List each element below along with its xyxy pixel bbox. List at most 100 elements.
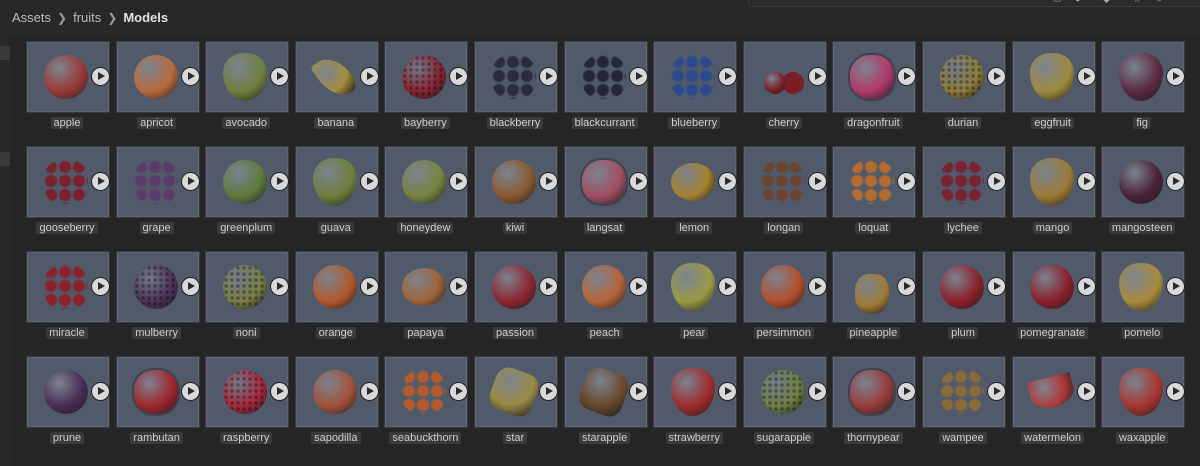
asset-tile-grape[interactable]: grape [115,146,200,244]
play-icon[interactable] [988,173,1005,190]
asset-tile-kiwi[interactable]: kiwi [474,146,558,244]
asset-tile-lychee[interactable]: lychee [922,146,1006,244]
asset-tile-seabuckthorn[interactable]: seabuckthorn [384,356,469,454]
play-icon[interactable] [181,278,199,295]
asset-tile-guava[interactable]: guava [294,146,379,244]
play-icon[interactable] [360,68,378,85]
asset-name: sugarapple [753,432,815,444]
banana-icon [309,50,360,104]
asset-tile-cherry[interactable]: cherry [742,41,827,139]
asset-tile-plum[interactable]: plum [922,251,1006,349]
asset-tile-gooseberry[interactable]: gooseberry [26,146,110,244]
play-icon[interactable] [808,383,826,400]
asset-tile-raspberry[interactable]: raspberry [205,356,290,454]
asset-tile-avocado[interactable]: avocado [205,41,290,139]
breadcrumb-models[interactable]: Models [123,10,168,25]
asset-tile-papaya[interactable]: papaya [384,251,469,349]
asset-tile-starapple[interactable]: starapple [563,356,648,454]
play-icon[interactable] [1077,173,1095,190]
asset-tile-prune[interactable]: prune [26,356,110,454]
play-icon[interactable] [540,383,557,400]
play-icon[interactable] [92,173,109,190]
asset-tile-thornypear[interactable]: thornypear [832,356,917,454]
asset-label: banana [291,117,381,129]
play-icon[interactable] [988,278,1005,295]
asset-label: peach [560,327,650,339]
play-icon[interactable] [360,383,378,400]
asset-tile-apple[interactable]: apple [26,41,110,139]
play-icon[interactable] [629,278,647,295]
asset-tile-pineapple[interactable]: pineapple [832,251,917,349]
layout-icon[interactable]: ▭ [1053,0,1062,4]
breadcrumb-fruits[interactable]: fruits [73,10,101,25]
play-icon[interactable] [181,383,199,400]
asset-tile-lemon[interactable]: lemon [653,146,738,244]
play-icon[interactable] [629,383,647,400]
play-icon[interactable] [629,68,647,85]
play-icon[interactable] [92,68,109,85]
search-icon[interactable]: ⌕ [1157,0,1162,4]
play-icon[interactable] [1077,383,1095,400]
asset-tile-sugarapple[interactable]: sugarapple [742,356,827,454]
asset-tile-persimmon[interactable]: persimmon [742,251,827,349]
asset-tile-fig[interactable]: fig [1101,41,1186,139]
asset-label: sugarapple [739,432,829,444]
play-icon[interactable] [540,278,557,295]
asset-tile-waxapple[interactable]: waxapple [1101,356,1186,454]
play-icon[interactable] [1077,278,1095,295]
asset-label: persimmon [739,327,829,339]
asset-tile-watermelon[interactable]: watermelon [1011,356,1096,454]
play-icon[interactable] [629,173,647,190]
play-icon[interactable] [988,383,1005,400]
play-icon[interactable] [92,278,109,295]
asset-tile-star[interactable]: star [474,356,558,454]
asset-tile-sapodilla[interactable]: sapodilla [294,356,379,454]
asset-tile-blackcurrant[interactable]: blackcurrant [563,41,648,139]
asset-tile-durian[interactable]: durian [922,41,1006,139]
play-icon[interactable] [808,278,826,295]
tag-icon[interactable]: ◆ [1103,0,1110,4]
asset-tile-strawberry[interactable]: strawberry [653,356,738,454]
asset-tile-blueberry[interactable]: blueberry [653,41,738,139]
asset-tile-langsat[interactable]: langsat [563,146,648,244]
asset-icon[interactable]: ● [1075,0,1080,4]
play-icon[interactable] [540,68,557,85]
asset-tile-miracle[interactable]: miracle [26,251,110,349]
asset-tile-mulberry[interactable]: mulberry [115,251,200,349]
asset-tile-pomelo[interactable]: pomelo [1101,251,1186,349]
play-icon[interactable] [360,278,378,295]
play-icon[interactable] [808,173,826,190]
asset-tile-mango[interactable]: mango [1011,146,1096,244]
asset-tile-mangosteen[interactable]: mangosteen [1101,146,1186,244]
asset-tile-rambutan[interactable]: rambutan [115,356,200,454]
play-icon[interactable] [540,173,557,190]
asset-tile-peach[interactable]: peach [563,251,648,349]
star-icon[interactable]: ☆ [1133,0,1141,4]
play-icon[interactable] [360,173,378,190]
play-icon[interactable] [808,68,826,85]
asset-tile-greenplum[interactable]: greenplum [205,146,290,244]
asset-tile-blackberry[interactable]: blackberry [474,41,558,139]
breadcrumb-assets[interactable]: Assets [12,10,51,25]
play-icon[interactable] [181,173,199,190]
play-icon[interactable] [988,68,1005,85]
asset-tile-orange[interactable]: orange [294,251,379,349]
asset-tile-bayberry[interactable]: bayberry [384,41,469,139]
asset-tile-pomegranate[interactable]: pomegranate [1011,251,1096,349]
asset-tile-honeydew[interactable]: honeydew [384,146,469,244]
asset-tile-dragonfruit[interactable]: dragonfruit [832,41,917,139]
play-icon[interactable] [92,383,109,400]
asset-tile-longan[interactable]: longan [742,146,827,244]
asset-tile-apricot[interactable]: apricot [115,41,200,139]
asset-tile-loquat[interactable]: loquat [832,146,917,244]
asset-tile-noni[interactable]: noni [205,251,290,349]
sapodilla-icon [312,370,357,414]
play-icon[interactable] [181,68,199,85]
asset-tile-banana[interactable]: banana [294,41,379,139]
mango-icon [1029,158,1074,206]
asset-tile-pear[interactable]: pear [653,251,738,349]
play-icon[interactable] [1077,68,1095,85]
asset-tile-passion[interactable]: passion [474,251,558,349]
asset-tile-eggfruit[interactable]: eggfruit [1011,41,1096,139]
asset-tile-wampee[interactable]: wampee [922,356,1006,454]
